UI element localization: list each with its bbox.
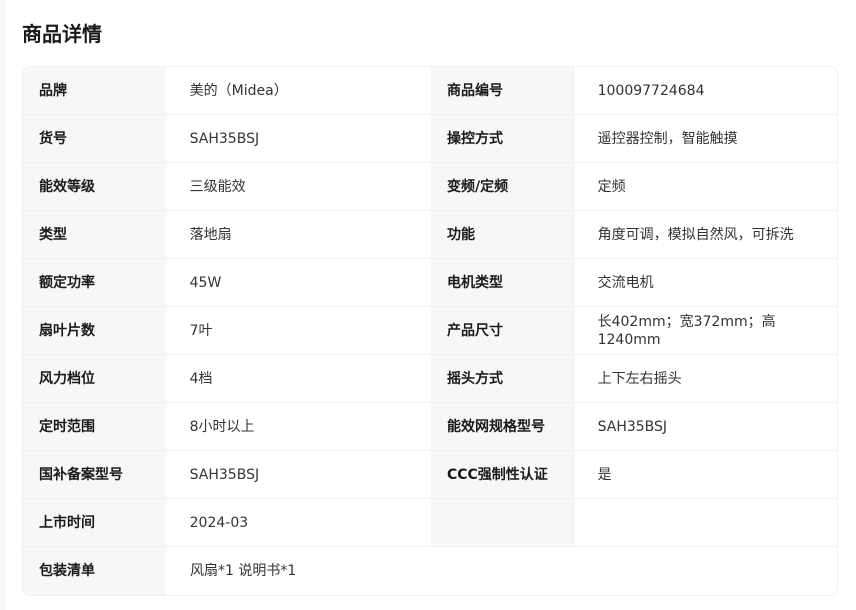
spec-label: 电机类型 <box>430 259 573 306</box>
spec-value: 是 <box>572 451 837 498</box>
spec-table: 品牌 美的（Midea） 商品编号 100097724684 货号 SAH35B… <box>22 66 838 596</box>
spec-label: 货号 <box>23 115 166 162</box>
spec-value: 角度可调，模拟自然风，可拆洗 <box>572 211 837 258</box>
spec-row: 上市时间 2024-03 <box>23 499 837 547</box>
spec-label: 摇头方式 <box>430 355 573 402</box>
spec-label: 能效网规格型号 <box>430 403 573 450</box>
spec-value: 遥控器控制，智能触摸 <box>572 115 837 162</box>
spec-row: 国补备案型号 SAH35BSJ CCC强制性认证 是 <box>23 451 837 499</box>
spec-value: 8小时以上 <box>165 403 431 450</box>
spec-label: 能效等级 <box>23 163 166 210</box>
spec-value: SAH35BSJ <box>165 115 431 162</box>
spec-row: 品牌 美的（Midea） 商品编号 100097724684 <box>23 67 837 115</box>
spec-row-package: 包装清单 风扇*1 说明书*1 <box>23 547 837 595</box>
spec-row: 定时范围 8小时以上 能效网规格型号 SAH35BSJ <box>23 403 837 451</box>
left-edge-strip <box>0 0 6 610</box>
spec-label: CCC强制性认证 <box>430 451 573 498</box>
spec-value: 100097724684 <box>572 67 837 114</box>
spec-label: 类型 <box>23 211 166 258</box>
spec-value-empty <box>572 499 837 546</box>
spec-label: 上市时间 <box>23 499 166 546</box>
spec-value: 2024-03 <box>165 499 431 546</box>
spec-value: 美的（Midea） <box>165 67 431 114</box>
spec-label: 品牌 <box>23 67 166 114</box>
page-title: 商品详情 <box>22 22 102 46</box>
spec-row: 额定功率 45W 电机类型 交流电机 <box>23 259 837 307</box>
spec-label: 变频/定频 <box>430 163 573 210</box>
spec-label-empty <box>430 499 573 546</box>
spec-value: 定频 <box>572 163 837 210</box>
package-value: 风扇*1 说明书*1 <box>166 547 837 595</box>
spec-label: 产品尺寸 <box>430 307 573 354</box>
spec-row: 风力档位 4档 摇头方式 上下左右摇头 <box>23 355 837 403</box>
spec-label: 定时范围 <box>23 403 166 450</box>
spec-value: 长402mm；宽372mm；高1240mm <box>572 307 837 354</box>
spec-label: 国补备案型号 <box>23 451 166 498</box>
spec-value: SAH35BSJ <box>572 403 837 450</box>
spec-label: 商品编号 <box>430 67 573 114</box>
spec-value: 上下左右摇头 <box>572 355 837 402</box>
spec-label: 操控方式 <box>430 115 573 162</box>
spec-row: 能效等级 三级能效 变频/定频 定频 <box>23 163 837 211</box>
spec-label: 扇叶片数 <box>23 307 166 354</box>
spec-label: 风力档位 <box>23 355 166 402</box>
package-label: 包装清单 <box>23 547 166 595</box>
spec-row: 货号 SAH35BSJ 操控方式 遥控器控制，智能触摸 <box>23 115 837 163</box>
spec-value: 三级能效 <box>165 163 431 210</box>
spec-label: 额定功率 <box>23 259 166 306</box>
spec-label: 功能 <box>430 211 573 258</box>
spec-value: 落地扇 <box>165 211 431 258</box>
spec-value: SAH35BSJ <box>165 451 431 498</box>
spec-value: 7叶 <box>165 307 431 354</box>
spec-row: 类型 落地扇 功能 角度可调，模拟自然风，可拆洗 <box>23 211 837 259</box>
spec-row: 扇叶片数 7叶 产品尺寸 长402mm；宽372mm；高1240mm <box>23 307 837 355</box>
spec-value: 45W <box>165 259 431 306</box>
spec-value: 交流电机 <box>572 259 837 306</box>
spec-value: 4档 <box>165 355 431 402</box>
